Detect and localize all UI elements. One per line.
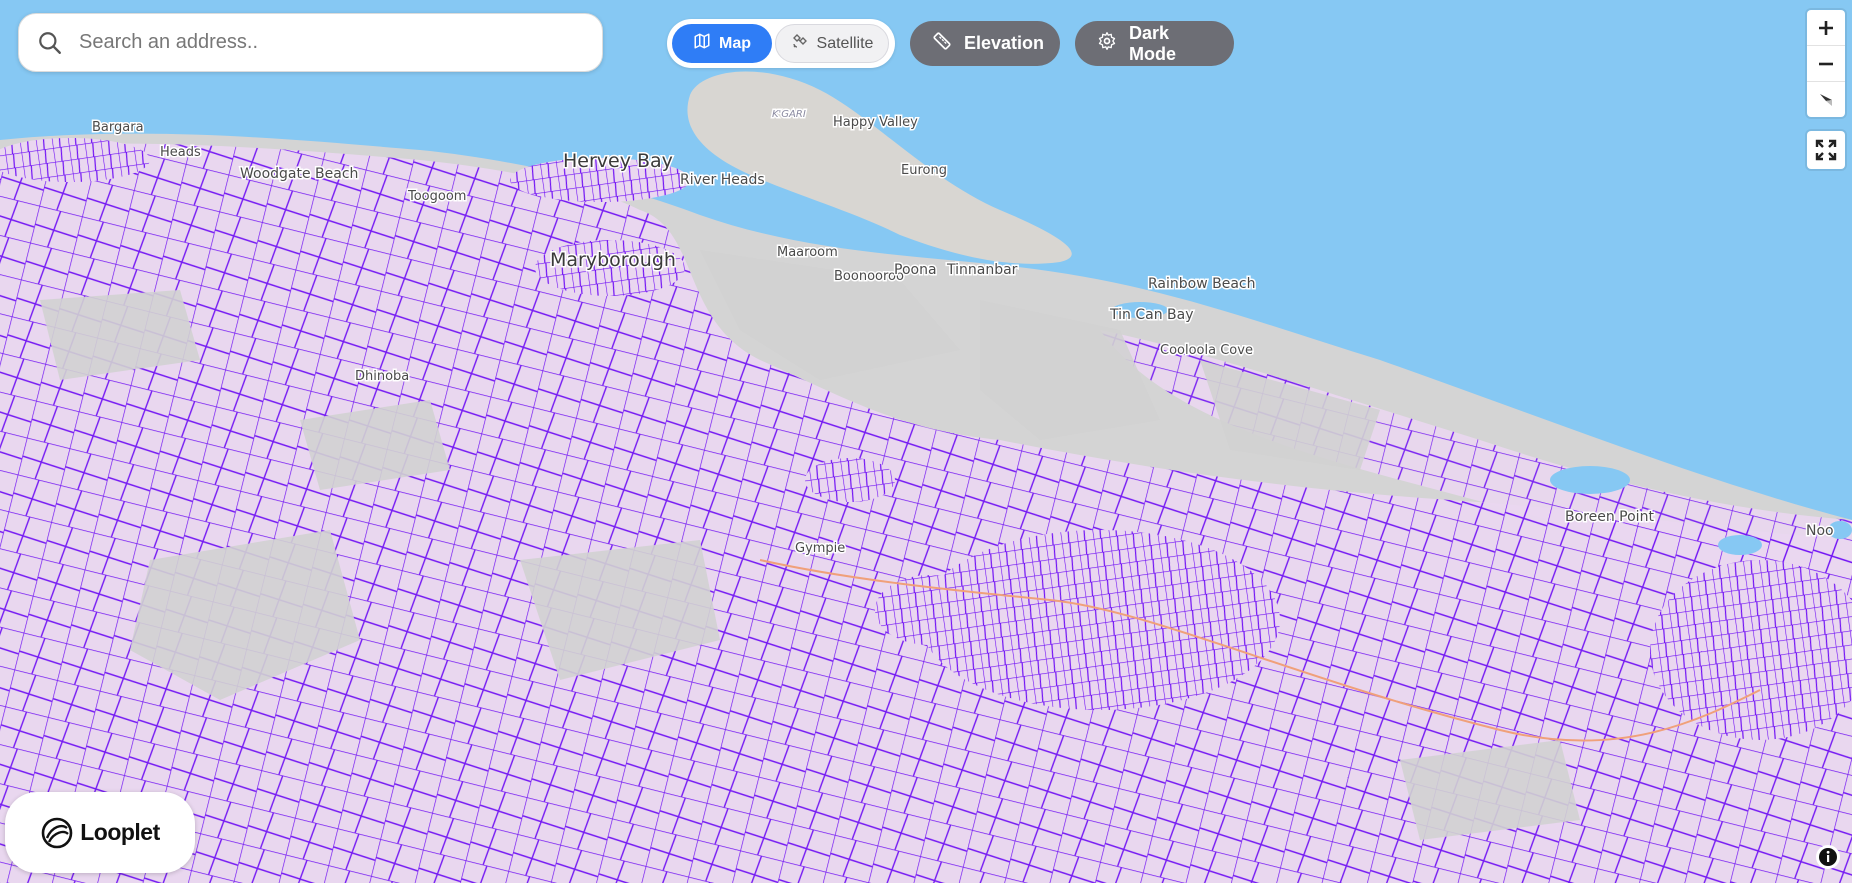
label-poona: Poona: [894, 262, 937, 278]
search-icon: [37, 30, 63, 56]
map-view-label: Map: [719, 34, 751, 52]
minus-icon: [1819, 62, 1833, 65]
label-bargara: Bargara: [92, 120, 144, 135]
label-maaroom: Maaroom: [777, 245, 838, 260]
label-river-heads: River Heads: [680, 172, 765, 188]
satellite-view-button[interactable]: Satellite: [775, 24, 889, 63]
parcel-map[interactable]: Bargara Heads Woodgate Beach Toogoom Her…: [0, 0, 1852, 883]
search-bar[interactable]: [18, 13, 603, 72]
ruler-icon: [932, 31, 952, 56]
label-heads: Heads: [160, 145, 201, 160]
dark-mode-button[interactable]: Dark Mode: [1075, 21, 1234, 66]
attribution-info-button[interactable]: [1816, 845, 1840, 869]
label-toogoom: Toogoom: [407, 189, 466, 204]
label-maryborough: Maryborough: [550, 249, 676, 271]
gear-icon: [1097, 31, 1117, 56]
view-toggle: Map Satellite: [667, 19, 895, 68]
label-noosa: Noo: [1806, 523, 1834, 539]
compass-button[interactable]: [1807, 82, 1845, 117]
looplet-logo-text: Looplet: [80, 819, 160, 845]
fullscreen-icon: [1815, 139, 1837, 161]
looplet-logo[interactable]: Looplet: [5, 792, 195, 873]
info-icon: [1819, 848, 1837, 866]
zoom-in-button[interactable]: [1807, 10, 1845, 46]
label-hervey-bay: Hervey Bay: [563, 150, 673, 172]
label-woodgate-beach: Woodgate Beach: [240, 166, 358, 182]
label-eurong: Eurong: [901, 163, 947, 178]
zoom-controls: [1807, 10, 1845, 117]
label-happy-valley: Happy Valley: [833, 115, 918, 130]
label-cooloola-cove: Cooloola Cove: [1160, 343, 1253, 358]
label-tinnanbar: Tinnanbar: [946, 262, 1018, 278]
map-view-button[interactable]: Map: [672, 24, 772, 63]
label-boreen-point: Boreen Point: [1565, 509, 1654, 525]
label-tin-can-bay: Tin Can Bay: [1109, 307, 1193, 323]
fullscreen-button[interactable]: [1807, 131, 1845, 169]
looplet-logo-icon: [41, 817, 73, 848]
satellite-icon: [791, 32, 809, 55]
zoom-out-button[interactable]: [1807, 46, 1845, 82]
plus-icon: [1819, 20, 1833, 35]
satellite-view-label: Satellite: [816, 34, 874, 52]
dark-mode-label: Dark Mode: [1129, 22, 1176, 64]
compass-icon: [1820, 93, 1832, 106]
label-rainbow-beach: Rainbow Beach: [1148, 276, 1255, 292]
elevation-label: Elevation: [964, 33, 1045, 53]
label-gympie: Gympie: [795, 541, 845, 556]
label-kgari: K'GARI: [772, 109, 806, 120]
elevation-button[interactable]: Elevation: [910, 21, 1060, 66]
label-dhinoba: Dhinoba: [355, 369, 409, 384]
search-input[interactable]: [77, 30, 602, 55]
map-icon: [693, 32, 711, 55]
